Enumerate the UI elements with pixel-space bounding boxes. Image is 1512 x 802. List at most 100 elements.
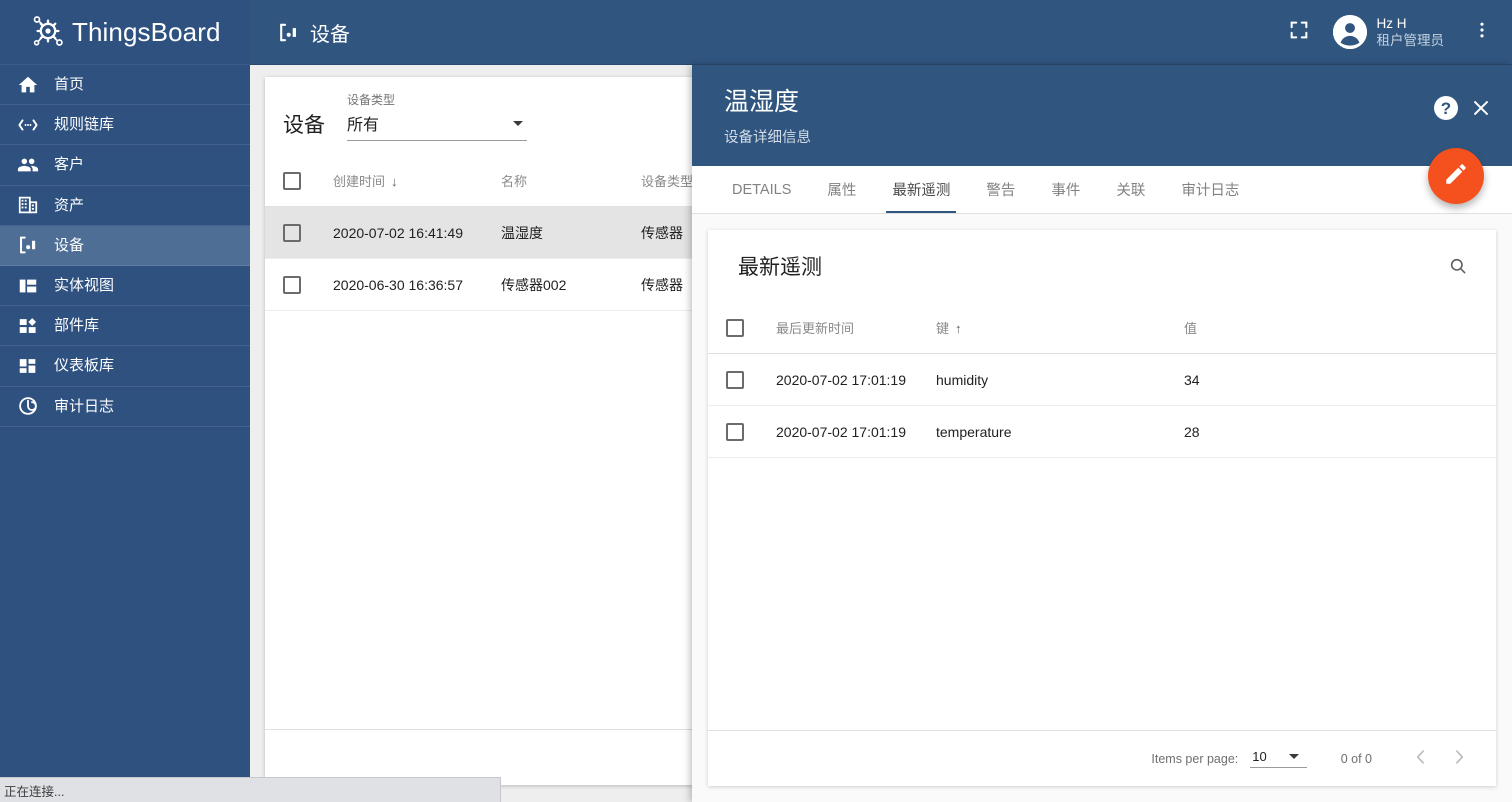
sidebar-item-label: 审计日志 [54,397,115,415]
cell-value: 28 [1184,423,1200,440]
column-header-last-update-time[interactable]: 最后更新时间 [776,318,936,337]
device-list-title: 设备 [283,114,325,137]
user-info: Hz H 租户管理员 [1377,15,1445,50]
thingsboard-gear-logo-icon [28,12,68,52]
brand-name: ThingsBoard [72,16,221,47]
page-title: 设备 [276,18,350,47]
sidebar-item-dashboards[interactable]: 仪表板库 [0,346,250,387]
close-icon[interactable] [1468,95,1494,121]
table-row[interactable]: 2020-06-30 16:36:57 传感器002 传感器 [265,259,693,311]
brand-logo[interactable]: ThingsBoard [0,0,250,65]
dashboard-icon [16,354,40,378]
column-header-value[interactable]: 值 [1184,318,1344,337]
sidebar-item-label: 仪表板库 [54,357,115,375]
device-type-filter-field[interactable]: 所有 [347,111,527,141]
chevron-left-icon [1411,747,1431,770]
sidebar-item-label: 首页 [54,76,85,94]
sidebar-item-customers[interactable]: 客户 [0,145,250,186]
select-all-checkbox[interactable] [726,318,744,337]
fullscreen-button[interactable] [1279,12,1319,52]
previous-page-button[interactable] [1402,740,1440,778]
column-header-created-time[interactable]: 创建时间 ↓ [333,171,501,190]
devices-icon [16,233,40,257]
search-icon[interactable] [1442,250,1474,282]
telemetry-table-header: 最后更新时间 键 ↑ 值 [708,302,1496,354]
sidebar-item-audit-logs[interactable]: 审计日志 [0,387,250,427]
row-checkbox[interactable] [283,275,301,294]
sidebar-item-label: 部件库 [54,317,100,335]
table-row[interactable]: 2020-07-02 17:01:19 temperature 28 [708,406,1496,458]
edit-device-fab[interactable] [1428,148,1484,204]
assets-icon [16,193,40,217]
arrow-up-icon: ↑ [955,321,962,336]
chevron-down-icon [513,120,523,126]
customers-icon [16,153,40,177]
user-role: 租户管理员 [1376,33,1445,48]
row-checkbox[interactable] [283,223,301,242]
column-header-name[interactable]: 名称 [501,171,641,190]
home-icon [16,73,40,97]
audit-log-icon [16,394,40,418]
tab-latest-telemetry[interactable]: 最新遥测 [874,166,968,213]
more-options-button[interactable] [1462,12,1502,52]
sidebar-item-home[interactable]: 首页 [0,65,250,106]
fullscreen-icon [1288,19,1310,46]
tab-events[interactable]: 事件 [1033,166,1098,213]
pencil-icon [1443,161,1469,192]
sidebar: ThingsBoard 首页 规则链库 客户 资产 设备 实体视图 部件库 仪表… [0,0,250,802]
sidebar-item-label: 设备 [54,236,85,254]
more-vert-icon [1472,20,1492,45]
sidebar-item-assets[interactable]: 资产 [0,186,250,226]
tab-audit-logs[interactable]: 审计日志 [1163,166,1257,213]
telemetry-title: 最新遥测 [738,256,822,279]
tab-alarms[interactable]: 警告 [968,166,1033,213]
items-per-page-select[interactable]: 10 [1250,749,1307,768]
column-header-device-type[interactable]: 设备类型 [641,171,693,190]
telemetry-toolbar: 最新遥测 [708,230,1496,302]
details-subtitle: 设备详细信息 [724,130,811,146]
details-title: 温湿度 [724,88,800,116]
cell-key: humidity [936,371,989,388]
sidebar-item-label: 规则链库 [54,116,115,134]
cell-value: 34 [1184,371,1200,388]
help-icon[interactable]: ? [1434,96,1458,120]
device-table-header: 创建时间 ↓ 名称 设备类型 [265,155,693,207]
items-per-page-label: Items per page: [1151,751,1239,766]
telemetry-card: 最新遥测 最后更新时间 键↑ 值 2020-07-02 17:01:19 hu [708,230,1496,786]
telemetry-paginator: Items per page: 10 0 of 0 [708,730,1496,786]
cell-device-type: 传感器 [641,224,683,241]
select-all-checkbox[interactable] [283,171,301,190]
next-page-button[interactable] [1440,740,1478,778]
column-header-key[interactable]: 键 ↑ [936,318,1184,337]
sidebar-item-label: 实体视图 [54,277,115,295]
sidebar-item-label: 资产 [54,196,85,214]
pagination-range-label: 0 of 0 [1340,751,1372,766]
row-checkbox[interactable] [726,422,744,441]
row-checkbox[interactable] [726,370,744,389]
account-circle-icon [1332,15,1367,49]
details-tabs: DETAILS 属性 最新遥测 警告 事件 关联 审计日志 [692,166,1512,214]
chevron-right-icon [1449,747,1469,770]
rule-chain-icon [16,113,40,137]
sidebar-item-entity-views[interactable]: 实体视图 [0,266,250,307]
tab-details[interactable]: DETAILS [714,166,809,213]
cell-name: 传感器002 [501,276,567,293]
sidebar-item-rule-chains[interactable]: 规则链库 [0,105,250,146]
tab-relations[interactable]: 关联 [1098,166,1163,213]
cell-last-update-time: 2020-07-02 17:01:19 [776,371,906,388]
top-header: 设备 Hz H 租户管理员 [250,0,1512,65]
table-row[interactable]: 2020-07-02 17:01:19 humidity 34 [708,354,1496,406]
cell-created-time: 2020-06-30 16:36:57 [333,276,463,293]
sidebar-item-label: 客户 [54,156,85,174]
user-menu[interactable]: Hz H 租户管理员 [1332,15,1445,50]
table-row[interactable]: 2020-07-02 16:41:49 温湿度 传感器 [265,207,693,259]
tab-attributes[interactable]: 属性 [809,166,874,213]
device-type-filter[interactable]: 设备类型 所有 [347,91,527,141]
cell-last-update-time: 2020-07-02 17:01:19 [776,423,906,440]
device-details-panel: 温湿度 设备详细信息 ? DETAILS 属性 最新遥测 警告 事件 关联 审计… [692,65,1512,802]
page-title-label: 设备 [310,23,350,46]
sidebar-item-devices[interactable]: 设备 [0,225,250,266]
cell-created-time: 2020-07-02 16:41:49 [333,224,463,241]
sidebar-item-widget-library[interactable]: 部件库 [0,306,250,347]
entity-view-icon [16,274,40,298]
